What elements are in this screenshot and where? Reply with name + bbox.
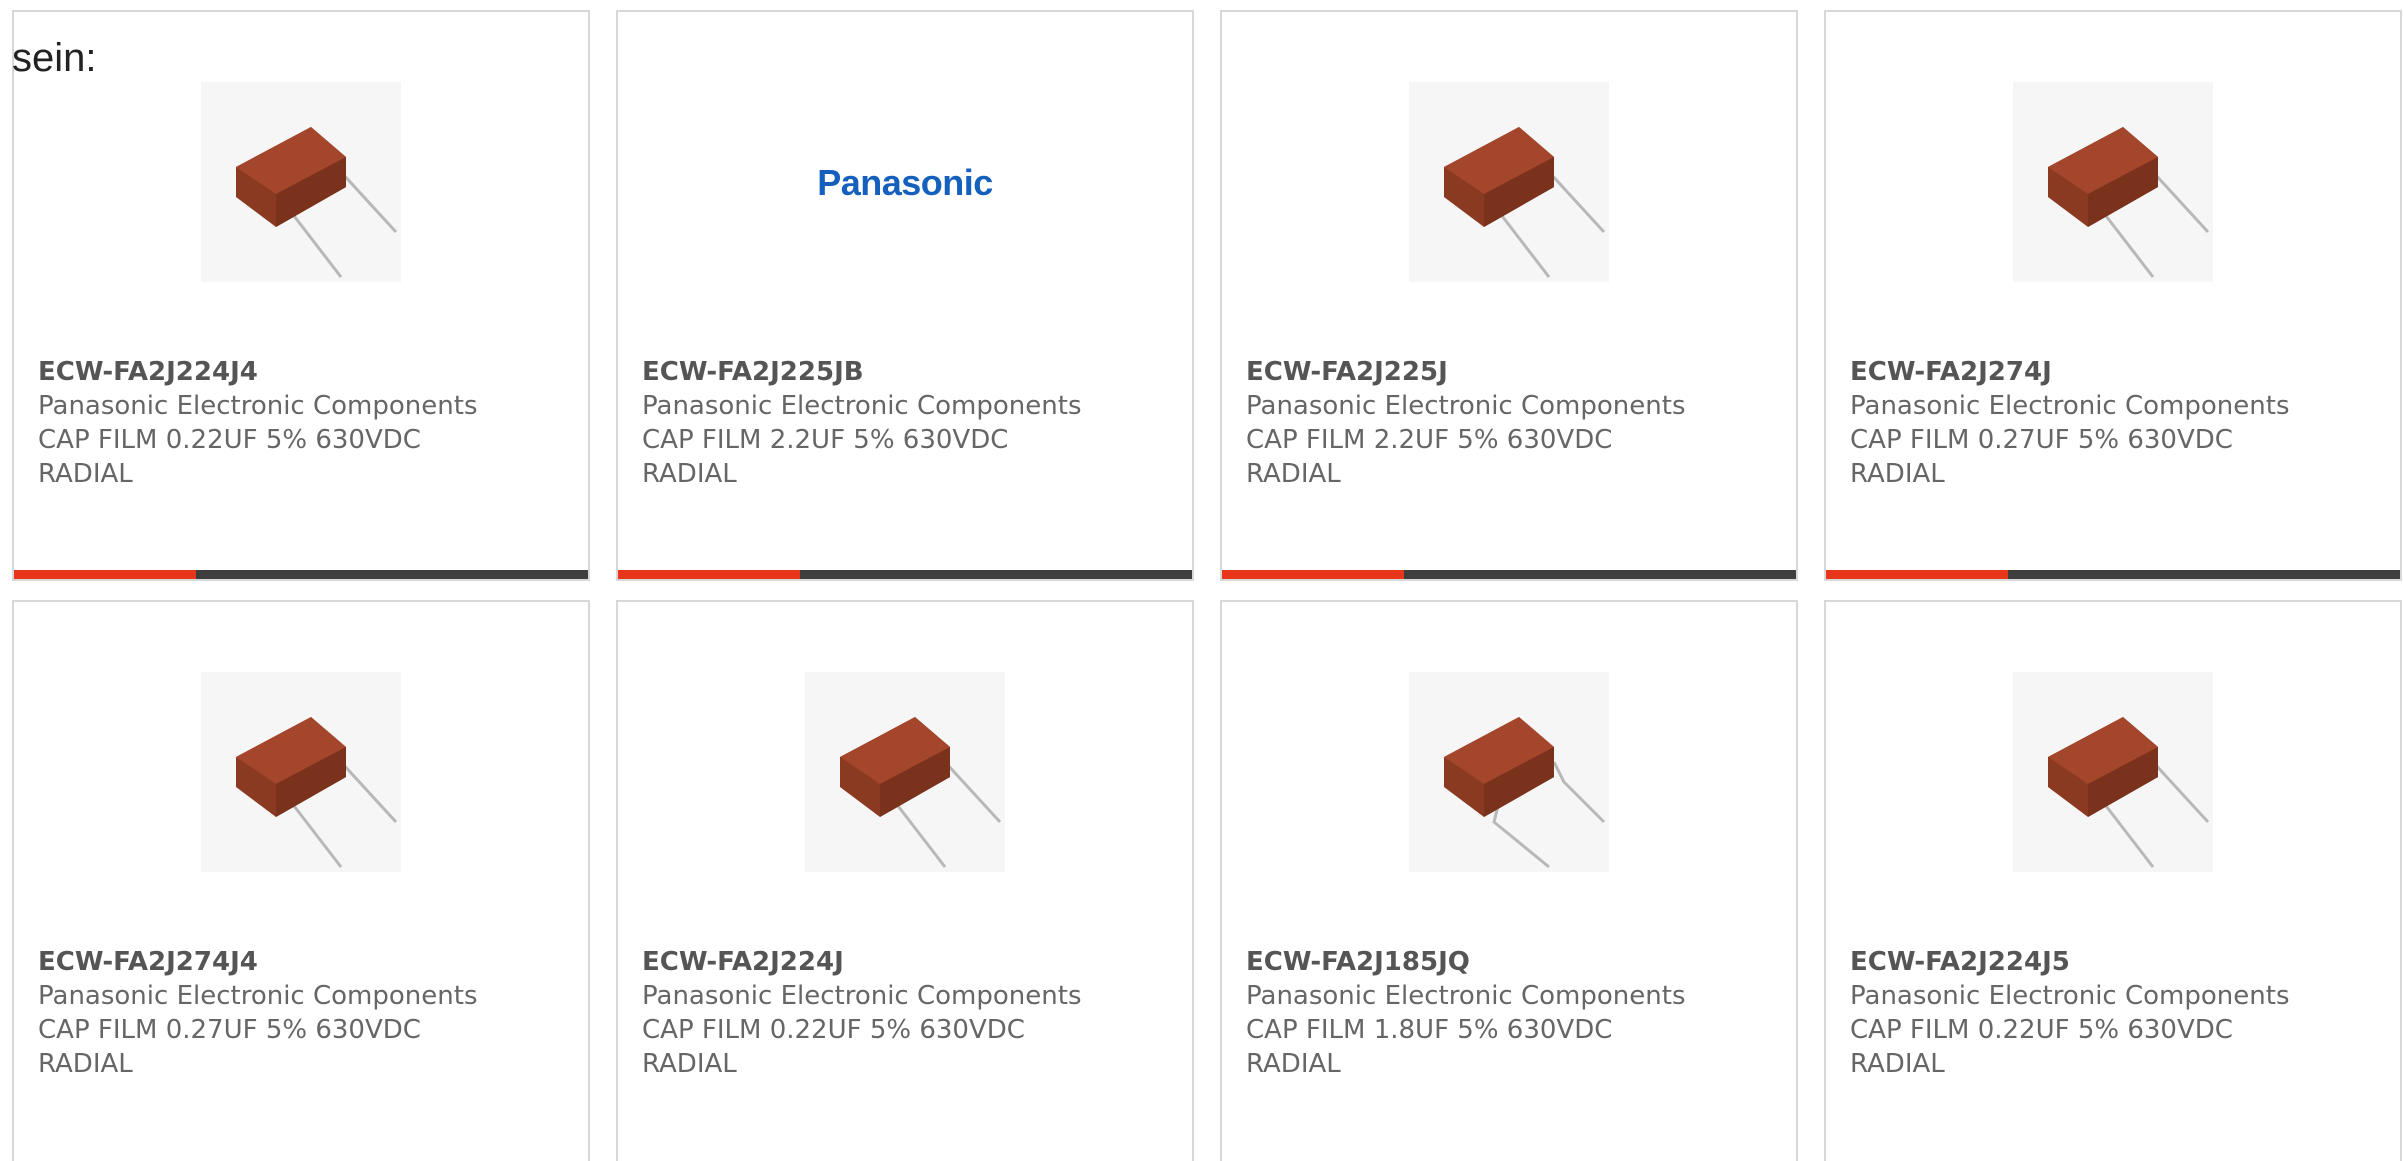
part-number-link[interactable]: ECW-FA2J225JB (642, 355, 1172, 389)
part-number-link[interactable]: ECW-FA2J224J5 (1850, 945, 2380, 979)
capacitor-image[interactable] (201, 672, 401, 872)
description-line: CAP FILM 0.27UF 5% 630VDC (38, 1015, 421, 1045)
manufacturer-label: Panasonic Electronic Components (38, 981, 478, 1011)
product-card[interactable]: ECW-FA2J225J Panasonic Electronic Compon… (1220, 10, 1798, 581)
card-accent-bar (1222, 570, 1404, 579)
product-info: ECW-FA2J185JQ Panasonic Electronic Compo… (1246, 945, 1776, 1081)
manufacturer-label: Panasonic Electronic Components (642, 981, 1082, 1011)
panasonic-logo[interactable]: Panasonic (618, 162, 1192, 204)
capacitor-image[interactable] (1409, 672, 1609, 872)
part-number-link[interactable]: ECW-FA2J274J (1850, 355, 2380, 389)
part-number-link[interactable]: ECW-FA2J224J4 (38, 355, 568, 389)
card-bottom-bar (14, 570, 588, 579)
manufacturer-label: Panasonic Electronic Components (1850, 981, 2290, 1011)
description-line: CAP FILM 1.8UF 5% 630VDC (1246, 1015, 1613, 1045)
description-line: CAP FILM 2.2UF 5% 630VDC (642, 425, 1009, 455)
card-accent-bar (14, 570, 196, 579)
description-line: RADIAL (1850, 1049, 1945, 1079)
description-line: RADIAL (642, 1049, 737, 1079)
product-card[interactable]: ECW-FA2J224J4 Panasonic Electronic Compo… (12, 10, 590, 581)
manufacturer-label: Panasonic Electronic Components (38, 391, 478, 421)
part-number-link[interactable]: ECW-FA2J274J4 (38, 945, 568, 979)
product-card[interactable]: ECW-FA2J185JQ Panasonic Electronic Compo… (1220, 600, 1798, 1161)
description-line: RADIAL (1850, 459, 1945, 489)
part-number-link[interactable]: ECW-FA2J225J (1246, 355, 1776, 389)
description-line: RADIAL (1246, 1049, 1341, 1079)
description-line: RADIAL (38, 1049, 133, 1079)
capacitor-image[interactable] (201, 82, 401, 282)
product-card[interactable]: Panasonic ECW-FA2J225JB Panasonic Electr… (616, 10, 1194, 581)
manufacturer-label: Panasonic Electronic Components (1246, 981, 1686, 1011)
capacitor-image[interactable] (1409, 82, 1609, 282)
product-info: ECW-FA2J224J4 Panasonic Electronic Compo… (38, 355, 568, 491)
description-line: CAP FILM 0.22UF 5% 630VDC (38, 425, 421, 455)
part-number-link[interactable]: ECW-FA2J185JQ (1246, 945, 1776, 979)
capacitor-image[interactable] (805, 672, 1005, 872)
card-accent-bar (1826, 570, 2008, 579)
product-card[interactable]: ECW-FA2J224J Panasonic Electronic Compon… (616, 600, 1194, 1161)
description-line: CAP FILM 0.22UF 5% 630VDC (1850, 1015, 2233, 1045)
description-line: CAP FILM 2.2UF 5% 630VDC (1246, 425, 1613, 455)
product-info: ECW-FA2J274J Panasonic Electronic Compon… (1850, 355, 2380, 491)
description-line: CAP FILM 0.22UF 5% 630VDC (642, 1015, 1025, 1045)
product-card[interactable]: ECW-FA2J274J Panasonic Electronic Compon… (1824, 10, 2402, 581)
manufacturer-label: Panasonic Electronic Components (1850, 391, 2290, 421)
description-line: CAP FILM 0.27UF 5% 630VDC (1850, 425, 2233, 455)
product-info: ECW-FA2J224J Panasonic Electronic Compon… (642, 945, 1172, 1081)
intro-text: sein: (12, 36, 97, 80)
product-info: ECW-FA2J274J4 Panasonic Electronic Compo… (38, 945, 568, 1081)
part-number-link[interactable]: ECW-FA2J224J (642, 945, 1172, 979)
manufacturer-label: Panasonic Electronic Components (1246, 391, 1686, 421)
card-bottom-bar (1222, 570, 1796, 579)
product-card[interactable]: ECW-FA2J224J5 Panasonic Electronic Compo… (1824, 600, 2402, 1161)
capacitor-image[interactable] (2013, 672, 2213, 872)
product-card[interactable]: ECW-FA2J274J4 Panasonic Electronic Compo… (12, 600, 590, 1161)
product-grid-page: sein: ECW-FA2J224J4 Panasonic Electronic… (0, 0, 2403, 1161)
product-info: ECW-FA2J225J Panasonic Electronic Compon… (1246, 355, 1776, 491)
product-info: ECW-FA2J224J5 Panasonic Electronic Compo… (1850, 945, 2380, 1081)
card-bottom-bar (1826, 570, 2400, 579)
description-line: RADIAL (642, 459, 737, 489)
product-info: ECW-FA2J225JB Panasonic Electronic Compo… (642, 355, 1172, 491)
capacitor-image[interactable] (2013, 82, 2213, 282)
description-line: RADIAL (38, 459, 133, 489)
card-bottom-bar (618, 570, 1192, 579)
description-line: RADIAL (1246, 459, 1341, 489)
card-accent-bar (618, 570, 800, 579)
manufacturer-label: Panasonic Electronic Components (642, 391, 1082, 421)
